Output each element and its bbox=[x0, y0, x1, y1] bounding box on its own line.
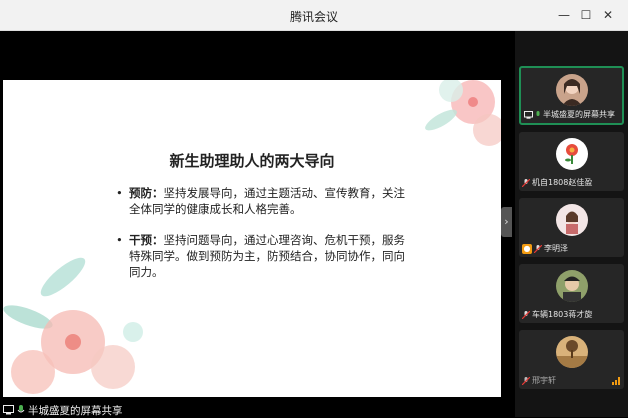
slide-title: 新生助理助人的两大导向 bbox=[169, 152, 335, 170]
avatar bbox=[555, 138, 588, 170]
microphone-muted-icon bbox=[522, 178, 530, 187]
window-title: 腾讯会议 bbox=[289, 10, 338, 24]
participant-card[interactable]: 车辆1803蒋才旋 bbox=[519, 264, 624, 323]
participant-card[interactable]: 半城盛夏的屏幕共享 bbox=[519, 66, 624, 125]
signal-strength-icon bbox=[612, 376, 620, 385]
nameplate: ● 李明泽 bbox=[522, 242, 621, 255]
microphone-muted-icon bbox=[522, 310, 530, 319]
maximize-icon[interactable]: ☐ bbox=[577, 6, 595, 24]
screen-share-icon bbox=[524, 110, 533, 119]
user-icon: ● bbox=[522, 243, 532, 254]
nameplate: 机自1808赵佳盈 bbox=[522, 176, 621, 189]
shared-screen-area: 新生助理助人的两大导向 • 预防：坚持发展导向，通过主题活动、宣传教育，关注全体… bbox=[0, 31, 515, 417]
microphone-muted-icon bbox=[534, 244, 542, 253]
participant-name: 机自1808赵佳盈 bbox=[532, 178, 593, 187]
microphone-icon bbox=[17, 405, 25, 413]
bullet-label: 干预： bbox=[129, 233, 164, 247]
nameplate: 半城盛夏的屏幕共享 bbox=[524, 108, 619, 121]
avatar bbox=[555, 74, 588, 106]
avatar bbox=[555, 204, 588, 236]
participant-name: 李明泽 bbox=[544, 244, 568, 253]
participant-card[interactable]: 邢宇轩 bbox=[519, 330, 624, 389]
presentation-slide: 新生助理助人的两大导向 • 预防：坚持发展导向，通过主题活动、宣传教育，关注全体… bbox=[3, 80, 501, 397]
slide-bullet: • 干预：坚持问题导向，通过心理咨询、危机干预，服务特殊同学。做到预防为主，防预… bbox=[116, 232, 416, 280]
bullet-dot-icon: • bbox=[116, 233, 123, 247]
participant-name: 邢宇轩 bbox=[532, 376, 556, 385]
bullet-text: 坚持发展导向，通过主题活动、宣传教育，关注全体同学的健康成长和人格完善。 bbox=[129, 186, 405, 216]
microphone-icon bbox=[536, 110, 540, 116]
screen-share-icon bbox=[3, 405, 14, 415]
avatar bbox=[555, 270, 588, 302]
share-label: 半城盛夏的屏幕共享 bbox=[28, 404, 123, 417]
bullet-dot-icon: • bbox=[116, 186, 123, 200]
participant-name: 车辆1803蒋才旋 bbox=[532, 310, 593, 319]
title-bar: 腾讯会议 — ☐ ✕ bbox=[0, 0, 628, 31]
bullet-label: 预防： bbox=[129, 186, 164, 200]
nameplate: 邢宇轩 bbox=[522, 374, 621, 387]
participant-card[interactable]: ● 李明泽 bbox=[519, 198, 624, 257]
participant-card[interactable]: 机自1808赵佳盈 bbox=[519, 132, 624, 191]
minimize-icon[interactable]: — bbox=[555, 6, 573, 24]
nameplate: 车辆1803蒋才旋 bbox=[522, 308, 621, 321]
participant-list: 半城盛夏的屏幕共享 机自1808赵佳盈 ● 李明泽 车辆1803蒋才旋 邢宇轩 bbox=[515, 31, 628, 417]
slide-bullet: • 预防：坚持发展导向，通过主题活动、宣传教育，关注全体同学的健康成长和人格完善… bbox=[116, 185, 416, 217]
bullet-text: 坚持问题导向，通过心理咨询、危机干预，服务特殊同学。做到预防为主，防预结合，协同… bbox=[129, 233, 405, 279]
microphone-muted-icon bbox=[522, 376, 530, 385]
collapse-sidebar-button[interactable]: › bbox=[501, 207, 512, 237]
close-icon[interactable]: ✕ bbox=[599, 6, 617, 24]
participant-name: 半城盛夏的屏幕共享 bbox=[543, 110, 615, 119]
avatar bbox=[555, 336, 588, 368]
screen-share-indicator: 半城盛夏的屏幕共享 bbox=[0, 403, 123, 417]
